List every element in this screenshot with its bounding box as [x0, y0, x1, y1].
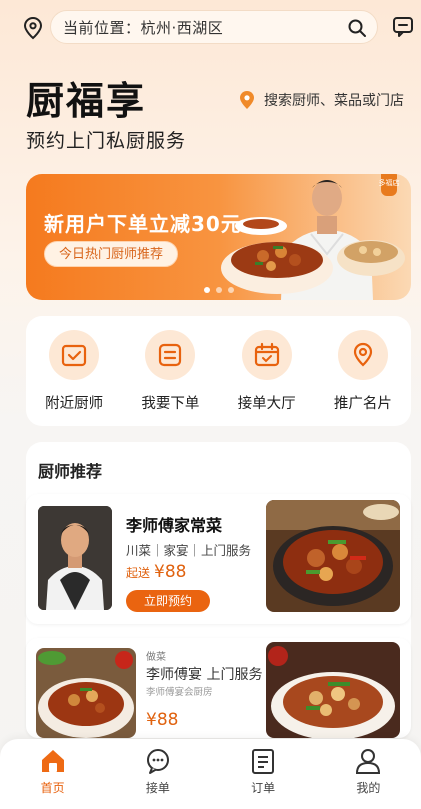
chef-card[interactable]: 李师傅家常菜 川菜｜家宴｜上门服务 起送 ¥88 立即预约	[26, 494, 411, 624]
chef-card-price: ¥88	[146, 710, 179, 730]
search-icon[interactable]	[347, 18, 367, 38]
book-now-button[interactable]: 立即预约	[126, 590, 210, 612]
quick-promo-card[interactable]: 推广名片	[323, 330, 403, 426]
quick-label: 附近厨师	[45, 396, 104, 412]
brand-title: 厨福享	[26, 79, 147, 123]
chef-card-title: 李师傅宴 上门服务	[146, 667, 263, 683]
tab-label: 首页	[40, 781, 65, 795]
tab-label: 我的	[356, 781, 381, 795]
price-prefix: 起送	[126, 566, 151, 580]
top-bar: 当前位置：杭州·西湖区	[0, 0, 421, 56]
section-title: 厨师推荐	[38, 462, 103, 481]
map-pin-icon	[353, 342, 372, 367]
quick-icon-bg	[49, 330, 100, 380]
chef-card-tags: 川菜｜家宴｜上门服务	[126, 543, 252, 558]
tab-label: 订单	[251, 781, 276, 795]
location-text: 当前位置：杭州·西湖区	[63, 18, 224, 37]
dish-photo	[266, 500, 400, 612]
quick-actions: 附近厨师 我要下单 接单大厅 推广名片	[26, 316, 411, 426]
quick-icon-bg	[241, 330, 292, 380]
quick-label: 我要下单	[141, 396, 200, 412]
calendar-check-icon	[62, 344, 87, 367]
quick-icon-bg	[337, 330, 388, 380]
message-icon[interactable]	[392, 16, 414, 38]
location-pin-icon[interactable]	[22, 16, 44, 40]
price-value: ¥88	[154, 562, 187, 582]
chef-card-price: 起送 ¥88	[126, 562, 186, 582]
dish-photo	[36, 648, 136, 738]
chat-icon	[146, 749, 169, 774]
bottom-tab-bar: 首页 接单 订单 我的	[0, 739, 421, 809]
chef-card-title: 李师傅家常菜	[126, 516, 223, 535]
user-icon	[356, 749, 381, 774]
promo-banner[interactable]: 新用户下单立减30元 今日热门厨师推荐 多福店	[26, 174, 411, 300]
order-list-icon	[159, 343, 182, 367]
chef-card-category: 做菜	[146, 652, 166, 663]
location-pin-icon	[240, 91, 254, 109]
chef-card-subtitle: 李师傅宴会厨房	[146, 687, 213, 698]
home-icon	[41, 750, 64, 772]
chef-badge: 多福店	[379, 178, 400, 187]
brand-subtitle: 预约上门私厨服务	[26, 130, 187, 152]
clipboard-icon	[252, 749, 275, 774]
pager-dot	[204, 287, 210, 293]
tab-label: 接单	[145, 781, 170, 795]
tab-orders-taking[interactable]: 接单	[118, 739, 198, 809]
quick-icon-bg	[145, 330, 196, 380]
folder-calendar-icon	[254, 342, 279, 367]
chef-search-link[interactable]: 搜索厨师、菜品或门店	[238, 90, 404, 110]
tab-profile[interactable]: 我的	[328, 739, 408, 809]
quick-label: 推广名片	[333, 396, 392, 412]
location-search-bar[interactable]: 当前位置：杭州·西湖区	[50, 10, 378, 44]
tab-home[interactable]: 首页	[13, 739, 93, 809]
tab-orders[interactable]: 订单	[223, 739, 303, 809]
search-link-text: 搜索厨师、菜品或门店	[264, 93, 404, 109]
dish-photo	[266, 642, 400, 738]
quick-nearby-chef[interactable]: 附近厨师	[34, 330, 114, 426]
quick-place-order[interactable]: 我要下单	[130, 330, 210, 426]
chef-card[interactable]: 做菜 李师傅宴 上门服务 李师傅宴会厨房 ¥88	[26, 638, 411, 738]
quick-label: 接单大厅	[237, 396, 296, 412]
hot-chef-chip[interactable]: 今日热门厨师推荐	[44, 241, 179, 267]
chef-illustration: 多福店	[221, 174, 405, 300]
quick-order-hall[interactable]: 接单大厅	[227, 330, 307, 426]
chef-avatar	[38, 506, 112, 610]
